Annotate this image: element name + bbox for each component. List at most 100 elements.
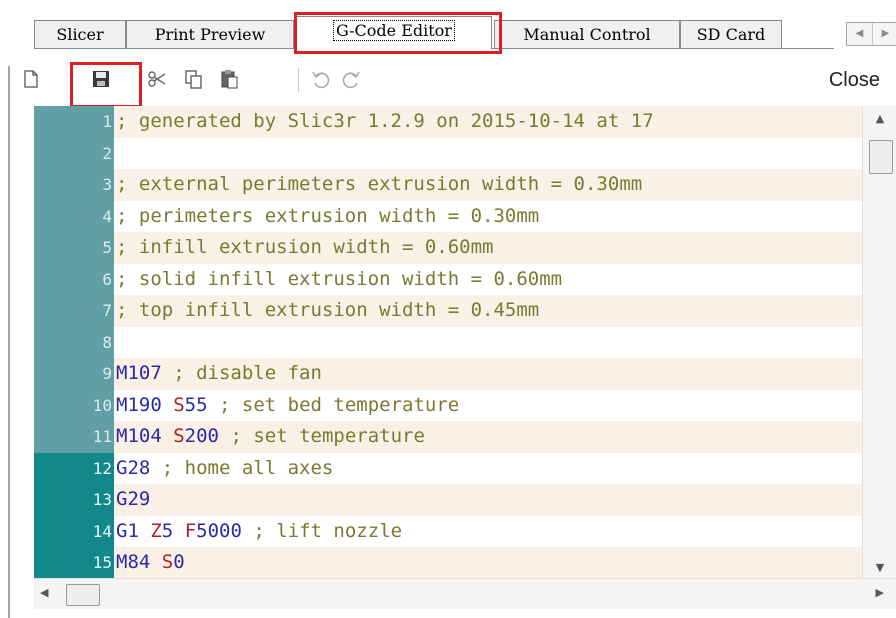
code-token: M190 (116, 393, 162, 416)
line-text: G29 (114, 484, 896, 516)
line-number: 11 (34, 421, 114, 453)
paste-button[interactable] (216, 66, 242, 92)
horizontal-scrollbar[interactable]: ◀ ▶ (34, 578, 896, 609)
line-number: 7 (34, 295, 114, 327)
tab-slicer[interactable]: Slicer (34, 20, 126, 48)
code-line[interactable]: 3; external perimeters extrusion width =… (34, 169, 896, 201)
code-token: 55 (184, 393, 208, 416)
code-line[interactable]: 15 M84 S0 (34, 547, 896, 578)
line-number: 6 (34, 263, 114, 295)
line-text: M190 S55 ; set bed temperature (114, 389, 896, 421)
line-text: M104 S200 ; set temperature (114, 421, 896, 453)
line-number: 9 (34, 358, 114, 390)
copy-button[interactable] (180, 66, 206, 92)
code-token: Z (150, 519, 162, 542)
code-token: ; home all axes (150, 456, 334, 479)
code-token: G1 (116, 519, 139, 542)
code-line[interactable]: 7; top infill extrusion width = 0.45mm (34, 295, 896, 327)
tab-gcode-editor[interactable]: G-Code Editor (296, 16, 492, 49)
line-text: ; generated by Slic3r 1.2.9 on 2015-10-1… (114, 106, 896, 138)
line-text: M107 ; disable fan (114, 358, 896, 390)
code-token: 200 (184, 425, 219, 447)
cut-icon (148, 71, 166, 87)
code-line[interactable]: 11 M104 S200 ; set temperature (34, 421, 896, 453)
scroll-left-icon[interactable]: ◀ (40, 586, 48, 599)
cut-button[interactable] (144, 66, 170, 92)
line-text: G1 Z5 F5000 ; lift nozzle (114, 515, 896, 547)
line-number: 14 (34, 515, 114, 547)
close-button[interactable]: Close (829, 69, 880, 92)
code-token: 5000 (196, 519, 242, 542)
code-token: ; lift nozzle (241, 519, 403, 542)
code-token: ; perimeters extrusion width = 0.30mm (116, 204, 540, 227)
code-token: ; infill extrusion width = 0.60mm (116, 236, 494, 258)
code-token: S (173, 425, 185, 447)
code-line[interactable]: 5; infill extrusion width = 0.60mm (34, 232, 896, 264)
line-text: ; solid infill extrusion width = 0.60mm (114, 263, 896, 295)
gcode-editor-area[interactable]: 1; generated by Slic3r 1.2.9 on 2015-10-… (34, 106, 896, 578)
code-token: G28 (116, 456, 151, 479)
code-token: ; external perimeters extrusion width = … (116, 173, 643, 195)
line-number: 1 (34, 106, 114, 138)
line-number: 15 (34, 547, 114, 578)
code-line[interactable]: 14 G1 Z5 F5000 ; lift nozzle (34, 515, 896, 547)
code-line[interactable]: 4; perimeters extrusion width = 0.30mm (34, 200, 896, 232)
vertical-scrollbar[interactable]: ▲ ▼ (862, 106, 896, 578)
scroll-right-icon[interactable]: ▶ (876, 586, 884, 599)
line-number: 8 (34, 326, 114, 358)
new-file-button[interactable] (18, 66, 44, 92)
code-line[interactable]: 9 M107 ; disable fan (34, 358, 896, 390)
redo-button[interactable] (338, 66, 364, 92)
code-token: S (173, 393, 185, 416)
line-text: ; infill extrusion width = 0.60mm (114, 232, 896, 264)
vertical-scroll-thumb[interactable] (869, 140, 893, 174)
line-text: ; perimeters extrusion width = 0.30mm (114, 200, 896, 232)
toolbar-separator (298, 68, 299, 92)
line-number: 13 (34, 484, 114, 516)
save-button[interactable] (88, 66, 114, 92)
line-number: 12 (34, 452, 114, 484)
tab-scroll-right-button[interactable]: ▶ (873, 23, 896, 45)
code-line[interactable]: 2 (34, 137, 896, 169)
code-line[interactable]: 1; generated by Slic3r 1.2.9 on 2015-10-… (34, 106, 896, 138)
code-token: S (161, 551, 174, 573)
scroll-up-icon[interactable]: ▲ (863, 112, 896, 125)
horizontal-scroll-thumb[interactable] (66, 584, 100, 606)
tab-sd-card[interactable]: SD Card (680, 20, 782, 48)
code-token: F (184, 519, 197, 542)
paste-icon (221, 70, 238, 89)
line-number: 4 (34, 200, 114, 232)
tab-scroll-left-button[interactable]: ◀ (847, 23, 873, 45)
undo-icon (312, 71, 330, 89)
code-token: M107 (116, 362, 162, 384)
code-line[interactable]: 13 G29 (34, 484, 896, 516)
code-token: ; top infill extrusion width = 0.45mm (116, 299, 540, 321)
code-token: M104 (116, 425, 162, 447)
tab-manual-control[interactable]: Manual Control (494, 20, 680, 48)
code-token: ; solid infill extrusion width = 0.60mm (116, 267, 563, 290)
code-line[interactable]: 6; solid infill extrusion width = 0.60mm (34, 263, 896, 295)
undo-button[interactable] (308, 66, 334, 92)
code-token: M84 (116, 551, 151, 573)
code-line[interactable]: 12 G28 ; home all axes (34, 452, 896, 484)
code-token: G29 (116, 488, 151, 510)
line-number: 3 (34, 169, 114, 201)
code-token: ; generated by Slic3r 1.2.9 on 2015-10-1… (116, 110, 654, 132)
tab-print-preview[interactable]: Print Preview (126, 20, 294, 48)
code-token: ; set temperature (219, 425, 425, 447)
line-number: 2 (34, 137, 114, 169)
editor-toolbar: Close (12, 60, 896, 100)
code-token: 5 (161, 519, 174, 542)
scroll-down-icon[interactable]: ▼ (863, 561, 896, 574)
code-line[interactable]: 10 M190 S55 ; set bed temperature (34, 389, 896, 421)
line-text (114, 326, 896, 358)
code-token: ; disable fan (161, 362, 322, 384)
code-token: 0 (173, 551, 185, 573)
window-frame-edge (8, 66, 10, 618)
save-icon (93, 71, 109, 87)
tab-strip: Slicer Print Preview G-Code Editor Manua… (34, 16, 896, 50)
code-line[interactable]: 8 (34, 326, 896, 358)
line-number: 10 (34, 389, 114, 421)
